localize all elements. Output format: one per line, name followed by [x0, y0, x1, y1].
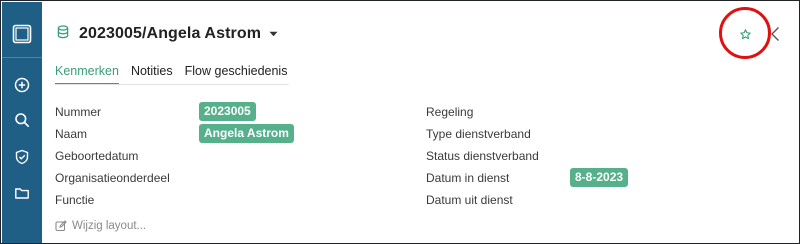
field-label-type-dienstverband: Type dienstverband: [426, 127, 531, 141]
edit-layout-label: Wijzig layout...: [72, 220, 147, 232]
caret-down-icon[interactable]: [269, 31, 278, 37]
search-icon[interactable]: [2, 105, 42, 135]
field-value-naam: Angela Astrom: [199, 124, 294, 143]
tab-notities[interactable]: Notities: [131, 63, 173, 85]
field-label-datum-uit-dienst: Datum uit dienst: [426, 193, 513, 207]
shield-icon[interactable]: [2, 142, 42, 172]
sidebar: [2, 2, 42, 243]
close-icon[interactable]: [765, 23, 785, 45]
panel-toggle-icon[interactable]: [2, 19, 42, 49]
sidebar-divider: [2, 57, 42, 58]
field-value-nummer: 2023005: [199, 102, 256, 121]
field-label-status-dienstverband: Status dienstverband: [426, 149, 539, 163]
edit-icon: [55, 220, 67, 232]
add-circle-icon[interactable]: [2, 70, 42, 100]
field-label-naam: Naam: [55, 127, 88, 141]
star-icon[interactable]: [734, 23, 756, 45]
field-label-nummer: Nummer: [55, 105, 102, 119]
tab-bar: Kenmerken Notities Flow geschiedenis: [55, 63, 299, 85]
page-title: 2023005/Angela Astrom: [79, 25, 262, 42]
field-label-regeling: Regeling: [426, 105, 474, 119]
edit-layout-link[interactable]: Wijzig layout...: [55, 220, 146, 232]
tab-flow-geschiedenis[interactable]: Flow geschiedenis: [185, 63, 288, 85]
app-window: 2023005/Angela Astrom Kenmerken Notities…: [0, 0, 800, 244]
tab-divider: [55, 84, 289, 85]
field-label-organisatieonderdeel: Organisatieonderdeel: [55, 171, 170, 185]
field-label-functie: Functie: [55, 193, 95, 207]
tab-kenmerken[interactable]: Kenmerken: [55, 63, 119, 85]
folder-icon[interactable]: [2, 178, 42, 208]
field-label-datum-in-dienst: Datum in dienst: [426, 171, 510, 185]
field-label-geboortedatum: Geboortedatum: [55, 149, 139, 163]
field-value-datum-in-dienst: 8-8-2023: [570, 168, 629, 187]
record-header: 2023005/Angela Astrom: [57, 23, 278, 45]
database-icon: [57, 24, 69, 44]
